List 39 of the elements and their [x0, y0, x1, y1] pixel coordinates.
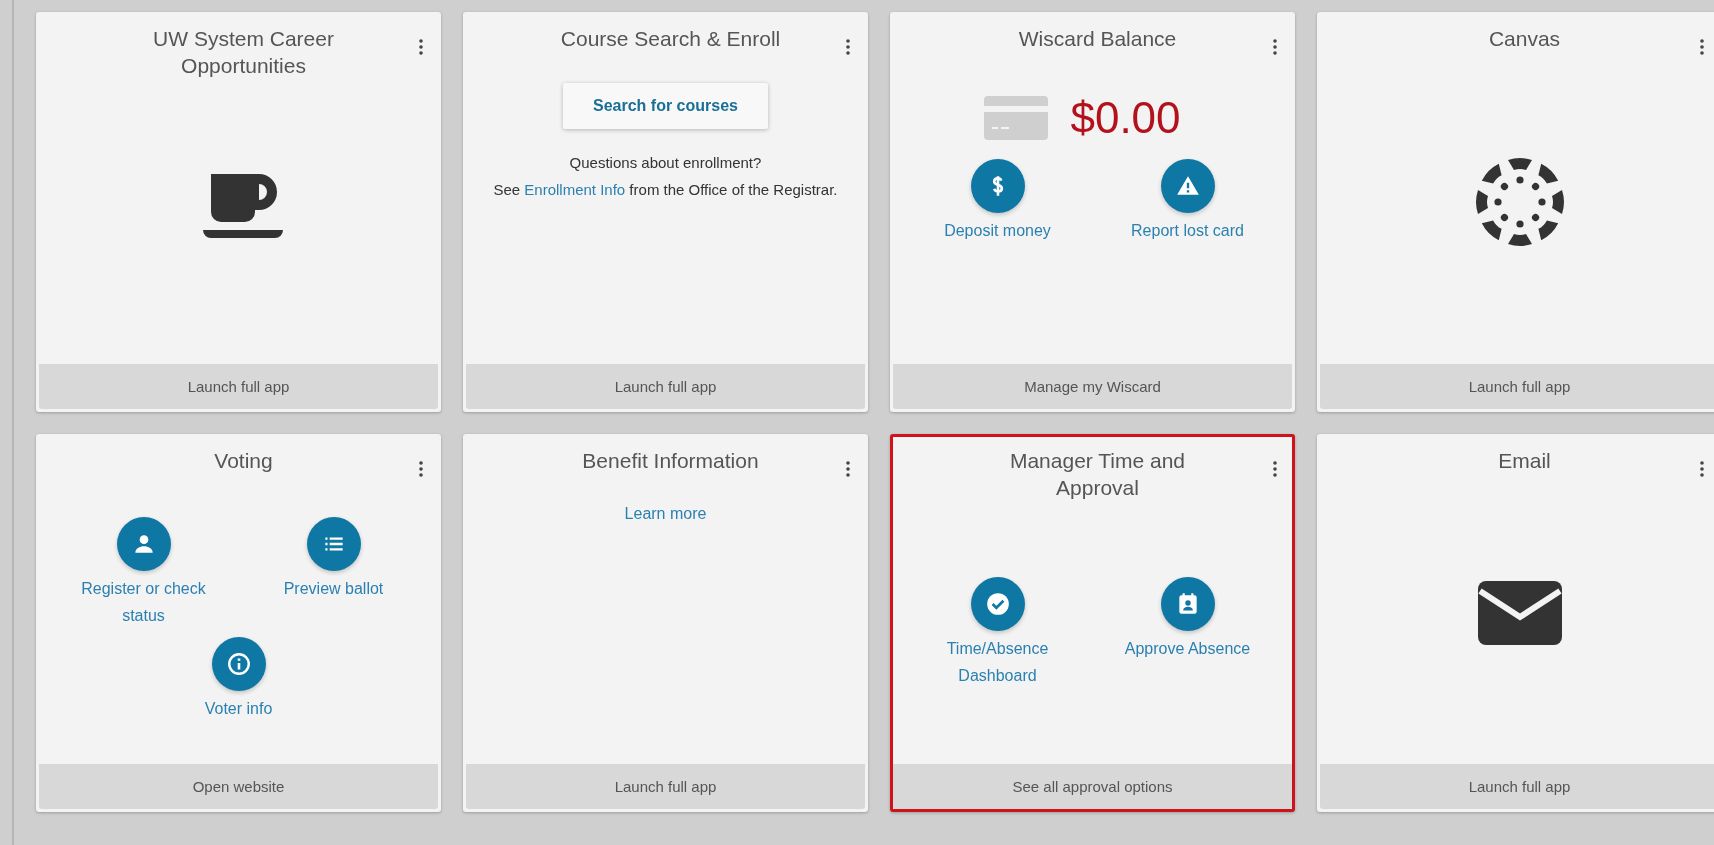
card-title: Email [1498, 448, 1551, 474]
card-footer-link[interactable]: Manage my Wiscard [893, 364, 1292, 409]
card-title: Course Search & Enroll [560, 26, 781, 52]
info-icon [225, 651, 252, 677]
card-footer-link[interactable]: Launch full app [466, 364, 865, 409]
action-link[interactable]: Time/Absence Dashboard [902, 576, 1093, 689]
action-link[interactable]: Report lost card [1092, 159, 1283, 244]
more-options-icon[interactable] [418, 461, 424, 477]
card-footer-link[interactable]: Launch full app [1320, 364, 1714, 409]
search-courses-button[interactable]: Search for courses [563, 83, 768, 129]
enrollment-info-link[interactable]: Enrollment Info [524, 181, 626, 198]
card-footer-link[interactable]: Launch full app [1320, 764, 1714, 809]
more-options-icon[interactable] [1272, 461, 1278, 477]
card-footer-link[interactable]: Launch full app [466, 764, 865, 809]
card-title: Benefit Information [582, 448, 759, 474]
action-link[interactable]: Approve Absence [1092, 576, 1283, 689]
more-options-icon[interactable] [845, 39, 851, 55]
card-title: Canvas [1488, 26, 1561, 52]
credit-card-icon [984, 96, 1049, 140]
card-title: Wiscard Balance [1018, 26, 1177, 52]
more-options-icon[interactable] [845, 461, 851, 477]
enrollment-text: Questions about enrollment? See Enrollment Info from the Office of the Registrar. [493, 153, 838, 200]
card-title: Manager Time and Approval [1008, 448, 1187, 501]
action-link[interactable]: Deposit money [902, 159, 1093, 244]
card-footer-link[interactable]: See all approval options [893, 764, 1292, 809]
card-title: UW System Career Opportunities [152, 26, 335, 79]
action-link[interactable]: Preview ballot [238, 517, 429, 629]
learn-more-link[interactable]: Learn more [624, 505, 707, 523]
card-title: Voting [214, 448, 273, 474]
more-options-icon[interactable] [1699, 461, 1705, 477]
more-options-icon[interactable] [1699, 39, 1705, 55]
card-footer-link[interactable]: Launch full app [39, 364, 438, 409]
action-link[interactable]: Register or check status [48, 517, 239, 629]
more-options-icon[interactable] [1272, 39, 1278, 55]
card-footer-link[interactable]: Open website [39, 764, 438, 809]
balance-amount: $0.00 [1070, 93, 1181, 143]
action-link[interactable]: Voter info [48, 637, 429, 722]
more-options-icon[interactable] [418, 39, 424, 55]
check-circle-icon [984, 590, 1011, 617]
